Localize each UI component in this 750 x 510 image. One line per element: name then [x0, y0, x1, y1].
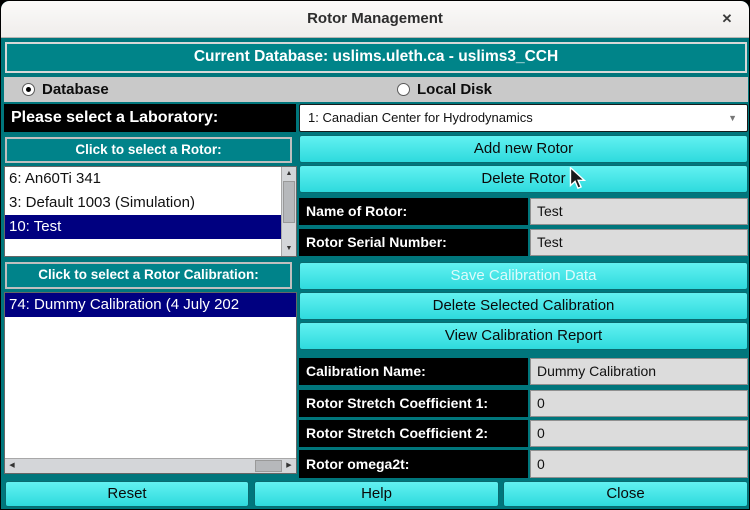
scrollbar-thumb[interactable] [255, 460, 282, 472]
scroll-right-icon[interactable]: ▶ [282, 459, 296, 473]
calibration-list[interactable]: 74: Dummy Calibration (4 July 202 ◀ ▶ [4, 292, 297, 474]
stretch-coefficient-1-label: Rotor Stretch Coefficient 1: [299, 390, 528, 417]
title-bar: Rotor Management ✕ [1, 1, 749, 38]
chevron-down-icon[interactable]: ▼ [728, 105, 737, 131]
list-item[interactable]: 3: Default 1003 (Simulation) [5, 191, 282, 215]
laboratory-select[interactable]: 1: Canadian Center for Hydrodynamics ▼ [299, 104, 748, 132]
window-title: Rotor Management [307, 10, 443, 27]
add-rotor-button[interactable]: Add new Rotor [299, 135, 748, 163]
data-source-row: Database Local Disk [4, 77, 748, 102]
stretch-coefficient-2-label: Rotor Stretch Coefficient 2: [299, 420, 528, 447]
scroll-up-icon[interactable]: ▲ [282, 167, 296, 181]
rotor-list-header: Click to select a Rotor: [5, 137, 292, 163]
help-button[interactable]: Help [254, 481, 499, 507]
scroll-down-icon[interactable]: ▼ [282, 242, 296, 256]
close-icon[interactable]: ✕ [717, 9, 737, 29]
rotor-omega2t-label: Rotor omega2t: [299, 450, 528, 478]
stretch-coefficient-1-field[interactable]: 0 [530, 390, 748, 417]
rotor-list[interactable]: 6: An60Ti 341 3: Default 1003 (Simulatio… [4, 166, 297, 257]
scroll-left-icon[interactable]: ◀ [5, 459, 19, 473]
close-button[interactable]: Close [503, 481, 748, 507]
scrollbar-thumb[interactable] [283, 181, 295, 223]
radio-selected-icon[interactable] [22, 83, 35, 96]
radio-option-local-disk[interactable]: Local Disk [397, 77, 492, 102]
laboratory-selected-value: 1: Canadian Center for Hydrodynamics [308, 110, 533, 125]
laboratory-label: Please select a Laboratory: [4, 104, 296, 132]
calibration-list-scrollbar[interactable]: ◀ ▶ [5, 458, 296, 473]
calibration-list-header: Click to select a Rotor Calibration: [5, 262, 292, 289]
calibration-name-label: Calibration Name: [299, 358, 528, 385]
rotor-list-scrollbar[interactable]: ▲ ▼ [281, 167, 296, 256]
rotor-serial-field[interactable]: Test [530, 229, 748, 256]
radio-label: Database [42, 81, 109, 98]
save-calibration-button[interactable]: Save Calibration Data [299, 262, 748, 290]
rotor-serial-label: Rotor Serial Number: [299, 229, 528, 256]
stretch-coefficient-2-field[interactable]: 0 [530, 420, 748, 447]
radio-label: Local Disk [417, 81, 493, 98]
rotor-name-field[interactable]: Test [530, 198, 748, 225]
view-calibration-report-button[interactable]: View Calibration Report [299, 322, 748, 350]
rotor-management-window: Rotor Management ✕ Current Database: usl… [0, 0, 750, 510]
list-item-selected[interactable]: 10: Test [5, 215, 282, 239]
rotor-name-label: Name of Rotor: [299, 198, 528, 225]
rotor-omega2t-field[interactable]: 0 [530, 450, 748, 478]
delete-calibration-button[interactable]: Delete Selected Calibration [299, 292, 748, 320]
list-item[interactable]: 6: An60Ti 341 [5, 167, 282, 191]
radio-unselected-icon[interactable] [397, 83, 410, 96]
delete-rotor-button[interactable]: Delete Rotor [299, 165, 748, 193]
list-item-selected[interactable]: 74: Dummy Calibration (4 July 202 [5, 293, 296, 317]
reset-button[interactable]: Reset [5, 481, 249, 507]
radio-option-database[interactable]: Database [22, 77, 109, 102]
calibration-name-field[interactable]: Dummy Calibration [530, 358, 748, 385]
current-database-banner: Current Database: uslims.uleth.ca - usli… [5, 42, 747, 73]
